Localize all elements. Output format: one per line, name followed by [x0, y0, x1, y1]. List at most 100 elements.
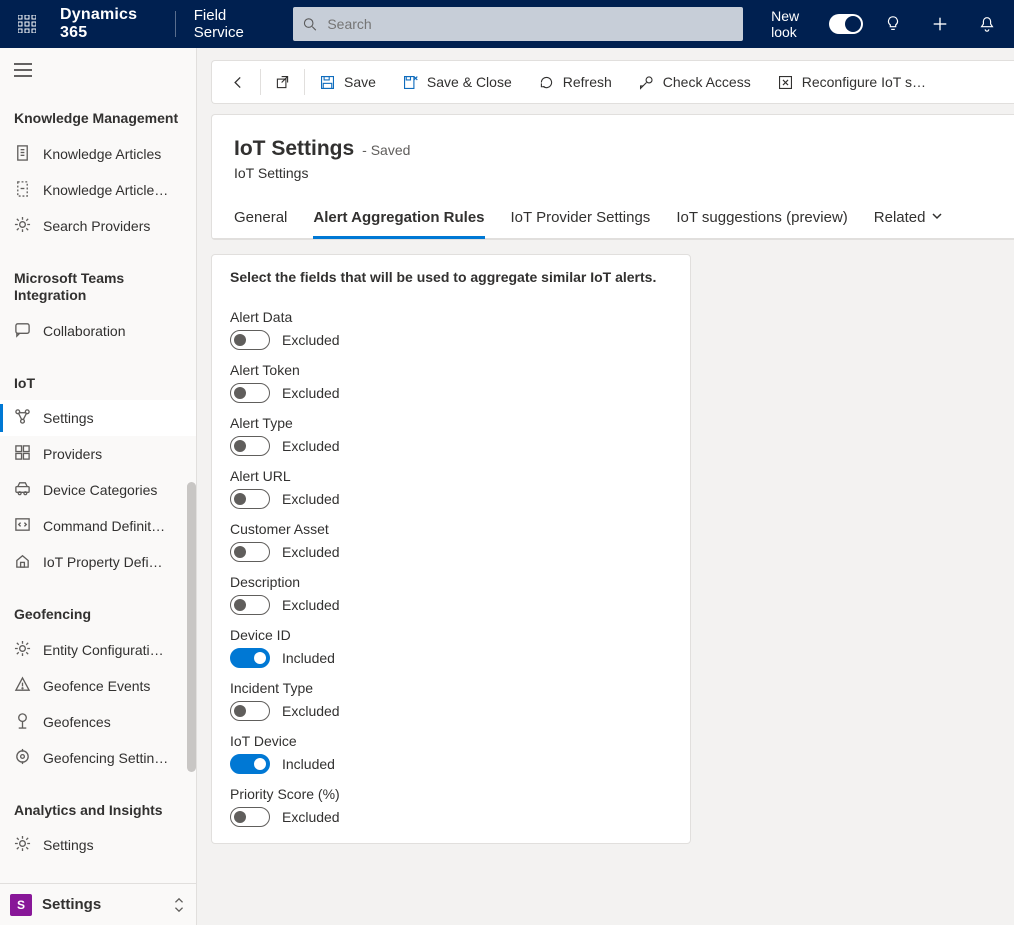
tab[interactable]: IoT suggestions (preview): [676, 203, 847, 238]
gear-icon: [14, 640, 31, 660]
area-initial: S: [10, 894, 32, 916]
tab[interactable]: IoT Provider Settings: [511, 203, 651, 238]
field-toggle[interactable]: [230, 807, 270, 827]
code-box-icon: [14, 516, 31, 536]
field-toggle[interactable]: [230, 701, 270, 721]
field-state: Excluded: [282, 385, 340, 401]
sidebar-item-label: Knowledge Article…: [43, 182, 168, 198]
field-label: Device ID: [230, 627, 672, 643]
lightbulb-icon[interactable]: [877, 0, 910, 48]
field-toggle[interactable]: [230, 383, 270, 403]
field-toggle[interactable]: [230, 595, 270, 615]
pin-icon: [14, 712, 31, 732]
sidebar-item-label: Device Categories: [43, 482, 157, 498]
notifications-icon[interactable]: [971, 0, 1004, 48]
save-close-button[interactable]: Save & Close: [389, 60, 525, 104]
field-label: Incident Type: [230, 680, 672, 696]
tab-label: General: [234, 209, 287, 226]
nav-section-title: Microsoft Teams Integration: [0, 252, 196, 313]
doc-icon: [14, 144, 31, 164]
aggregation-field: IoT DeviceIncluded: [230, 733, 672, 774]
sidebar-item[interactable]: Search Providers: [0, 208, 196, 244]
field-label: Alert URL: [230, 468, 672, 484]
nav-section-title: Geofencing: [0, 588, 196, 632]
field-label: IoT Device: [230, 733, 672, 749]
field-toggle[interactable]: [230, 648, 270, 668]
page-status: - Saved: [362, 142, 410, 158]
sidebar-item[interactable]: Geofences: [0, 704, 196, 740]
product-name[interactable]: Dynamics 365: [57, 6, 161, 42]
hamburger-icon[interactable]: [0, 48, 196, 92]
sidebar-item-label: Knowledge Articles: [43, 146, 161, 162]
page-header: IoT Settings - Saved IoT Settings Genera…: [211, 114, 1014, 240]
sidebar-item[interactable]: Collaboration: [0, 313, 196, 349]
tabs: General Alert Aggregation Rules IoT Provid…: [234, 203, 992, 238]
sidebar-item[interactable]: Knowledge Articles: [0, 136, 196, 172]
sidebar-item[interactable]: Device Categories: [0, 472, 196, 508]
sidebar-item-label: Settings: [43, 837, 94, 853]
field-label: Priority Score (%): [230, 786, 672, 802]
field-toggle[interactable]: [230, 754, 270, 774]
command-bar: Save Save & Close Refresh Check Access R…: [211, 60, 1014, 104]
field-state: Excluded: [282, 438, 340, 454]
sidebar-item-label: IoT Property Defi…: [43, 554, 163, 570]
new-look-toggle[interactable]: New look: [771, 8, 863, 40]
aggregation-field: Incident Type Excluded: [230, 680, 672, 721]
field-toggle[interactable]: [230, 542, 270, 562]
sidebar-item[interactable]: Command Definit…: [0, 508, 196, 544]
field-state: Excluded: [282, 332, 340, 348]
open-new-window-button[interactable]: [262, 60, 303, 104]
sidebar-item[interactable]: Entity Configurati…: [0, 632, 196, 668]
field-toggle[interactable]: [230, 489, 270, 509]
tab-label: IoT suggestions (preview): [676, 209, 847, 226]
tab[interactable]: Alert Aggregation Rules: [313, 203, 484, 238]
field-state: Excluded: [282, 703, 340, 719]
sidebar-item-label: Geofence Events: [43, 678, 150, 694]
field-toggle[interactable]: [230, 330, 270, 350]
card-instruction: Select the fields that will be used to a…: [230, 269, 672, 285]
aggregation-field: Alert TypeExcluded: [230, 415, 672, 456]
aggregation-field: Alert Token Excluded: [230, 362, 672, 403]
gear-icon: [14, 216, 31, 236]
chevron-down-icon: [931, 209, 943, 226]
app-launcher-icon[interactable]: [10, 0, 43, 48]
field-label: Alert Token: [230, 362, 672, 378]
sidebar-item[interactable]: Knowledge Article…: [0, 172, 196, 208]
content-area: Save Save & Close Refresh Check Access R…: [197, 48, 1014, 925]
doc-dash-icon: [14, 180, 31, 200]
add-icon[interactable]: [924, 0, 957, 48]
sidebar-item[interactable]: Geofence Events: [0, 668, 196, 704]
aggregation-fields-card: Select the fields that will be used to a…: [211, 254, 691, 844]
topbar: Dynamics 365 Field Service New look: [0, 0, 1014, 48]
reconfigure-button[interactable]: Reconfigure IoT sugge…: [764, 60, 944, 104]
save-button[interactable]: Save: [306, 60, 389, 104]
back-button[interactable]: [218, 60, 259, 104]
sidebar-item[interactable]: Providers: [0, 436, 196, 472]
sidebar-item[interactable]: Geofencing Settin…: [0, 740, 196, 776]
topbar-divider: [175, 11, 176, 37]
area-switcher[interactable]: S Settings: [0, 883, 196, 925]
sidebar-scrollbar[interactable]: [187, 482, 196, 772]
sidebar-item-label: Command Definit…: [43, 518, 165, 534]
tab[interactable]: Related: [874, 203, 944, 238]
sidebar-item[interactable]: Settings: [0, 827, 196, 863]
sidebar-item[interactable]: IoT Property Defi…: [0, 544, 196, 580]
page-subtitle: IoT Settings: [234, 165, 992, 181]
refresh-button[interactable]: Refresh: [525, 60, 625, 104]
page-title: IoT Settings: [234, 137, 354, 161]
nav-section-title: Analytics and Insights: [0, 784, 196, 828]
search-input[interactable]: [325, 15, 733, 33]
sidebar: Knowledge ManagementKnowledge ArticlesKn…: [0, 48, 197, 925]
aggregation-field: Alert DataExcluded: [230, 309, 672, 350]
tab[interactable]: General: [234, 203, 287, 238]
app-area[interactable]: Field Service: [190, 7, 273, 41]
target-icon: [14, 748, 31, 768]
aggregation-field: DescriptionExcluded: [230, 574, 672, 615]
global-search[interactable]: [293, 7, 743, 41]
area-label: Settings: [42, 896, 162, 913]
sidebar-item-label: Search Providers: [43, 218, 150, 234]
field-toggle[interactable]: [230, 436, 270, 456]
check-access-button[interactable]: Check Access: [625, 60, 764, 104]
field-label: Customer Asset: [230, 521, 672, 537]
sidebar-item[interactable]: Settings: [0, 400, 196, 436]
